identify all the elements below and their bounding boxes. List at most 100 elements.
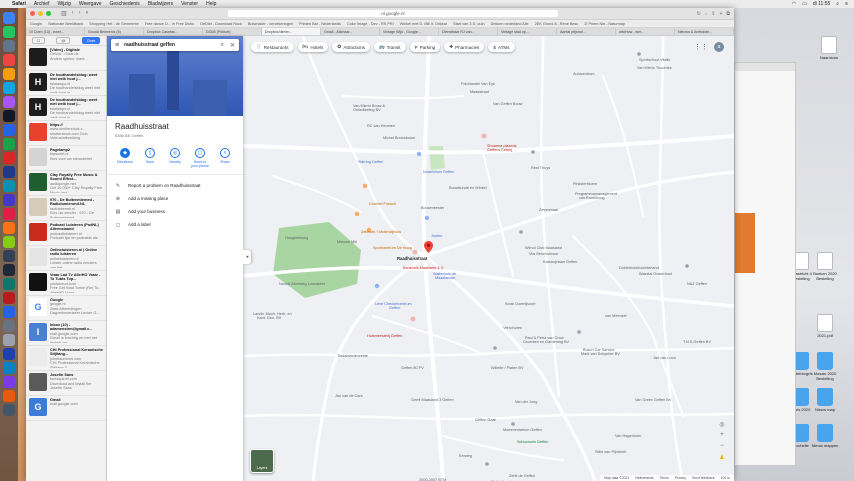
- chip-attractions[interactable]: ✪ Attractions: [332, 42, 370, 52]
- map-place-label[interactable]: Zeilhoek 't Molenzijlhuis: [361, 230, 401, 234]
- browser-tab[interactable]: DZ&B (Pidiluxt): [203, 28, 262, 35]
- bookmark-item[interactable]: Google: [30, 22, 42, 26]
- chip-parking[interactable]: P Parking: [409, 42, 441, 52]
- browser-tab[interactable]: Vintage stad op...: [498, 28, 557, 35]
- poi-marker[interactable]: [637, 52, 641, 56]
- browser-tab[interactable]: Gmail - Alkmaar...: [321, 28, 380, 35]
- dock-app-icon[interactable]: [3, 152, 15, 164]
- poi-marker[interactable]: [511, 422, 515, 426]
- map-place-label[interactable]: Fotohandel Van Eyk: [461, 82, 495, 86]
- footer-item[interactable]: Netherlands: [635, 476, 653, 480]
- map-place-label[interactable]: Eerweg: [459, 454, 472, 458]
- dock-app-icon[interactable]: [3, 138, 15, 150]
- map-place-label[interactable]: Mark van Schynber BV: [581, 352, 620, 356]
- dock-app-icon[interactable]: [3, 68, 15, 80]
- bookmark-item[interactable]: Winkel met D. Mill lt. Drikkar: [400, 22, 447, 26]
- dock-app-icon[interactable]: [3, 334, 15, 346]
- map-place-label[interactable]: RC van Heumen: [367, 124, 395, 128]
- dock-app-icon[interactable]: [3, 278, 15, 290]
- map-place-label[interactable]: Schoonuim Geffen: [517, 440, 548, 444]
- sidebar-segment[interactable]: Over: [81, 37, 101, 44]
- reading-list-item[interactable]: Onlineluisteren.nl | Online radio luiste…: [26, 246, 106, 271]
- menu-item[interactable]: Weergave: [79, 1, 102, 7]
- poi-marker[interactable]: [424, 215, 430, 221]
- dock-app-icon[interactable]: [3, 54, 15, 66]
- dock-app-icon[interactable]: [3, 180, 15, 192]
- dock-app-icon[interactable]: [3, 320, 15, 332]
- pegman-icon[interactable]: ♟: [718, 453, 726, 461]
- dock-app-icon[interactable]: [3, 222, 15, 234]
- map-canvas[interactable]: Sportschool Vitalis Van Mierlo Thoomes Aut…: [243, 36, 734, 481]
- map-place-label[interactable]: Sportcentrum De Hoog: [373, 246, 412, 250]
- footer-item[interactable]: Map data ©2021: [604, 476, 629, 480]
- menu-item[interactable]: Venster: [181, 1, 198, 7]
- browser-tab[interactable]: Aantal prijsnot...: [557, 28, 616, 35]
- map-place-label[interactable]: Noordt Alleeweg Loosakker: [279, 282, 325, 286]
- control-center-icon[interactable]: ≡: [845, 1, 848, 7]
- dock-app-icon[interactable]: [3, 96, 15, 108]
- desktop-file[interactable]: Nieuw mappen: [810, 424, 840, 448]
- map-place-label[interactable]: Ontwikkeling BV: [353, 108, 381, 112]
- account-avatar[interactable]: a: [714, 42, 724, 52]
- dock-app-icon[interactable]: [3, 208, 15, 220]
- browser-tab[interactable]: Nieuws & Anekdote...: [675, 28, 734, 35]
- map-place-label[interactable]: Dokterhuishuisinterland: [619, 266, 659, 270]
- poi-marker[interactable]: [577, 330, 581, 334]
- map-place-label[interactable]: Stiering Geffen: [358, 160, 383, 164]
- bookmark-item[interactable]: Shopping Het - de Gemeente: [89, 22, 138, 26]
- footer-item[interactable]: 100 m: [721, 476, 730, 480]
- map-place-label[interactable]: Sportschool Vitalis: [639, 58, 670, 62]
- map-place-label[interactable]: Hoogkerkweg: [285, 236, 308, 240]
- sidebar-toggle-icon[interactable]: ▥: [61, 10, 67, 17]
- map-place-label[interactable]: van Meensel: [605, 314, 627, 318]
- desktop-file[interactable]: Nieuw map: [810, 388, 840, 412]
- poi-marker[interactable]: [519, 230, 523, 234]
- reading-list-item[interactable]: CHI Professional Keramische Stijltang...…: [26, 346, 106, 371]
- map-place-label[interactable]: Huismeesterij Geffen: [367, 334, 402, 338]
- layers-button[interactable]: Layers: [250, 449, 274, 473]
- map-place-label[interactable]: Pinksterbloem: [573, 182, 597, 186]
- poi-marker[interactable]: [354, 211, 360, 217]
- collapse-panel-button[interactable]: ◂: [243, 250, 251, 264]
- address-bar[interactable]: nl.google.nl: [227, 10, 558, 17]
- footer-item[interactable]: Privacy: [675, 476, 686, 480]
- tab-overview-icon[interactable]: ⧉: [726, 11, 730, 17]
- reading-list-item[interactable]: [Video] - Digitale Geluid ..:Gaat de Ander…: [26, 46, 106, 71]
- poi-marker[interactable]: [481, 133, 487, 139]
- map-place-label[interactable]: Verschuren: [503, 326, 522, 330]
- place-link[interactable]: ▤ Add your business: [115, 205, 235, 218]
- reading-list-item[interactable]: G Gmail mail.google.com: [26, 396, 106, 421]
- poi-marker[interactable]: [412, 249, 418, 255]
- map-place-label[interactable]: Geffens Eeterij: [487, 148, 512, 152]
- action-share-button[interactable]: < Share: [215, 148, 235, 168]
- map-place-label[interactable]: Van Hagedoorn: [615, 434, 641, 438]
- bookmark-item[interactable]: Free dance D... in Free Dictio: [145, 22, 195, 26]
- map-place-label[interactable]: Bouwmeester: [421, 206, 444, 210]
- dock-app-icon[interactable]: [3, 264, 15, 276]
- poi-marker[interactable]: [531, 150, 535, 154]
- browser-tab[interactable]: 10 Doen (13) - ewer...: [26, 28, 85, 35]
- bookmark-item[interactable]: Start van 3 D. ouln: [453, 22, 484, 26]
- browser-tab[interactable]: Vintage Wijk - Google...: [380, 28, 439, 35]
- footer-item[interactable]: Send feedback: [692, 476, 715, 480]
- maps-search-box[interactable]: ≡ raadhuisstraat geffen ⌕ ✕: [111, 39, 239, 51]
- dock-app-icon[interactable]: [3, 166, 15, 178]
- map-place-label[interactable]: Raadhuisstraat: [397, 256, 427, 261]
- menu-item[interactable]: Geschiedenis: [110, 1, 140, 7]
- dock-app-icon[interactable]: [3, 82, 15, 94]
- reading-list-item[interactable]: H De houthandelsblog: weet niet welk hout…: [26, 71, 106, 96]
- poi-marker[interactable]: [416, 151, 422, 157]
- dock-app-icon[interactable]: [3, 194, 15, 206]
- map-place-label[interactable]: Gerrit Maasland 3 Geffen: [411, 398, 454, 402]
- bookmark-item[interactable]: Dekken nederland Alle: [491, 22, 529, 26]
- clear-search-icon[interactable]: ✕: [230, 42, 235, 49]
- browser-tab[interactable]: Gouda Belevenis (5): [85, 28, 144, 35]
- spotlight-icon[interactable]: ⌕: [836, 1, 839, 7]
- sidebar-segment[interactable]: ☐: [31, 37, 46, 44]
- hamburger-menu-icon[interactable]: ≡: [115, 42, 119, 49]
- dock-app-icon[interactable]: [3, 376, 15, 388]
- chip-transit[interactable]: 🚌 Transit: [373, 42, 406, 52]
- map-place-label[interactable]: Autocentrum: [573, 72, 595, 76]
- bookmark-item[interactable]: Printen Bar - Nederlands: [299, 22, 341, 26]
- map-place-label[interactable]: Geffen: [389, 306, 400, 310]
